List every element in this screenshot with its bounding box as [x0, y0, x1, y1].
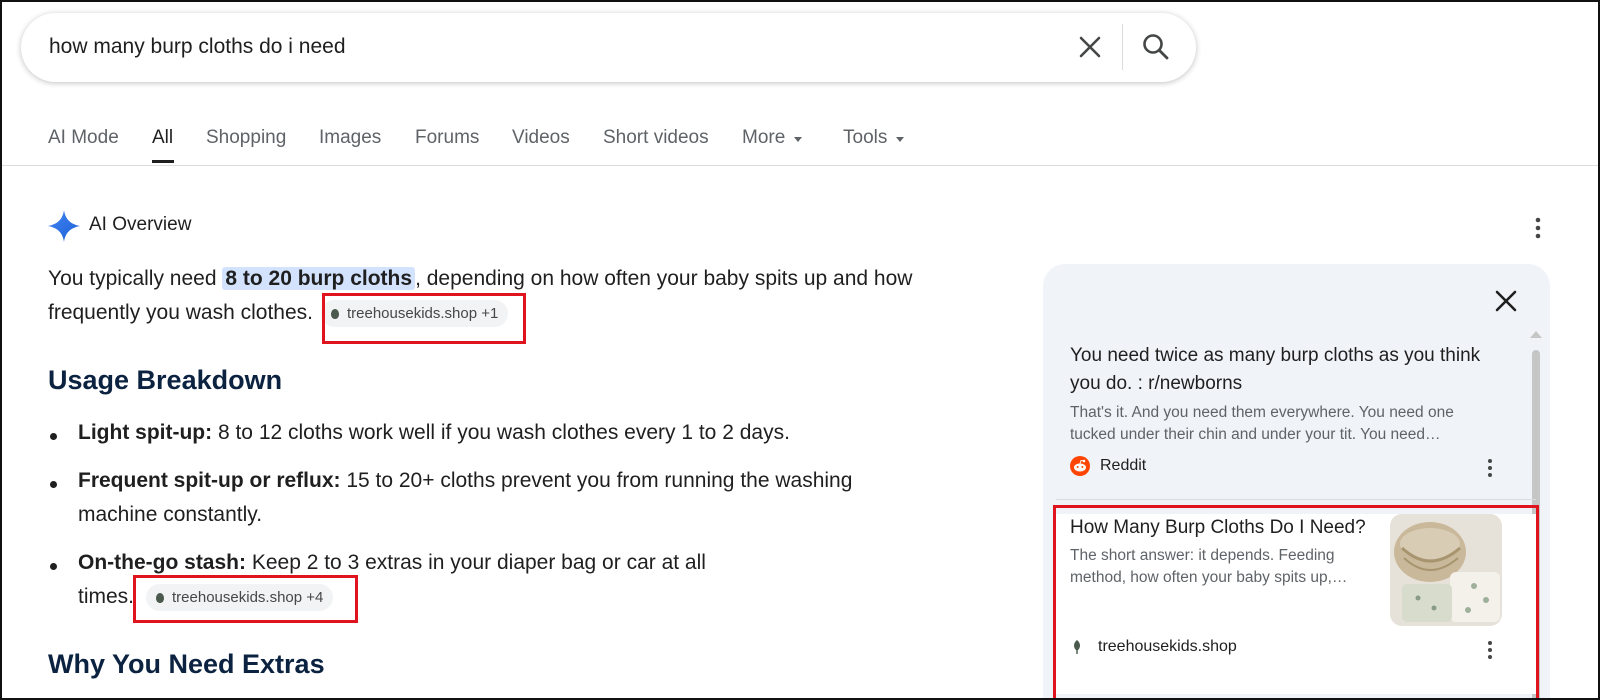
tabs-divider	[2, 165, 1598, 166]
tab-short-videos[interactable]: Short videos	[603, 127, 709, 149]
bullet-dot	[50, 433, 57, 440]
tab-label: Tools	[843, 127, 888, 148]
intro-text: You typically need	[48, 267, 223, 290]
ai-overview-title: AI Overview	[89, 214, 192, 235]
search-icon	[1143, 34, 1169, 60]
caret-down-icon	[896, 136, 905, 142]
search-input[interactable]: how many burp cloths do i need	[49, 35, 346, 59]
source-snippet: tucked under their chin and under your t…	[1070, 426, 1441, 443]
tab-all[interactable]: All	[152, 127, 173, 149]
section-heading: Why You Need Extras	[48, 649, 325, 679]
intro-line-1: You typically need 8 to 20 burp cloths, …	[48, 267, 912, 291]
tab-images[interactable]: Images	[319, 127, 381, 149]
source-site: Reddit	[1070, 456, 1536, 476]
bullet-text-cont: machine constantly.	[78, 503, 263, 526]
bullet-text: Keep 2 to 3 extras in your diaper bag or…	[246, 551, 706, 574]
bullet-dot	[50, 563, 57, 570]
bullet-label: On-the-go stash:	[78, 551, 246, 574]
tab-label: All	[152, 127, 174, 148]
bullet-item: Light spit-up: 8 to 12 cloths work well …	[78, 421, 790, 445]
bullet-text: times.	[78, 585, 135, 609]
source-snippet: That's it. And you need them everywhere.…	[1070, 404, 1454, 421]
tab-label: Videos	[512, 127, 570, 148]
bullet-label: Frequent spit-up or reflux:	[78, 469, 341, 492]
bullet-item: On-the-go stash: Keep 2 to 3 extras in y…	[78, 551, 706, 575]
bullet-text: 8 to 12 cloths work well if you wash clo…	[212, 421, 790, 444]
search-button[interactable]	[1138, 29, 1174, 65]
close-icon[interactable]	[1491, 286, 1521, 316]
card-divider	[1056, 499, 1536, 500]
search-divider	[1122, 24, 1123, 70]
active-tab-indicator	[152, 160, 174, 163]
tab-label: Images	[319, 127, 382, 148]
tab-label: Short videos	[603, 127, 709, 148]
tab-label: AI Mode	[48, 127, 119, 148]
source-card[interactable]: You need twice as many burp cloths as yo…	[1056, 342, 1536, 476]
tab-forums[interactable]: Forums	[415, 127, 479, 149]
close-icon	[1079, 36, 1101, 58]
tab-label: Forums	[415, 127, 480, 148]
highlighted-answer: 8 to 20 burp cloths	[222, 267, 416, 290]
bullet-label: Light spit-up:	[78, 421, 213, 444]
reddit-icon	[1070, 456, 1090, 476]
scroll-up-arrow[interactable]	[1530, 331, 1542, 338]
source-title: You need twice as many burp cloths as yo…	[1070, 345, 1481, 366]
search-bar[interactable]: how many burp cloths do i need	[21, 13, 1196, 82]
clear-search-button[interactable]	[1073, 30, 1107, 64]
annotation-box	[133, 575, 358, 623]
tab-label: Shopping	[206, 127, 287, 148]
intro-text: frequently you wash clothes.	[48, 301, 313, 325]
section-heading: Usage Breakdown	[48, 365, 283, 395]
tab-more[interactable]: More	[742, 127, 803, 149]
tab-videos[interactable]: Videos	[512, 127, 570, 149]
bullet-item: Frequent spit-up or reflux: 15 to 20+ cl…	[78, 469, 852, 493]
annotation-box	[1053, 505, 1539, 698]
annotation-box	[322, 293, 526, 344]
tab-shopping[interactable]: Shopping	[206, 127, 286, 149]
intro-text: , depending on how often your baby spits…	[415, 267, 913, 290]
more-options-icon[interactable]	[1482, 456, 1498, 480]
page-frame: how many burp cloths do i need AI Mode A…	[0, 0, 1600, 700]
bullet-text: 15 to 20+ cloths prevent you from runnin…	[340, 469, 853, 492]
more-options-icon[interactable]	[1528, 214, 1548, 242]
tab-label: More	[742, 127, 786, 148]
source-title: you do. : r/newborns	[1070, 373, 1243, 394]
source-site-name: Reddit	[1100, 457, 1147, 474]
tab-tools[interactable]: Tools	[843, 127, 905, 149]
tab-ai-mode[interactable]: AI Mode	[48, 127, 119, 149]
bullet-dot	[50, 481, 57, 488]
caret-down-icon	[794, 136, 803, 142]
sparkle-icon	[48, 210, 80, 242]
